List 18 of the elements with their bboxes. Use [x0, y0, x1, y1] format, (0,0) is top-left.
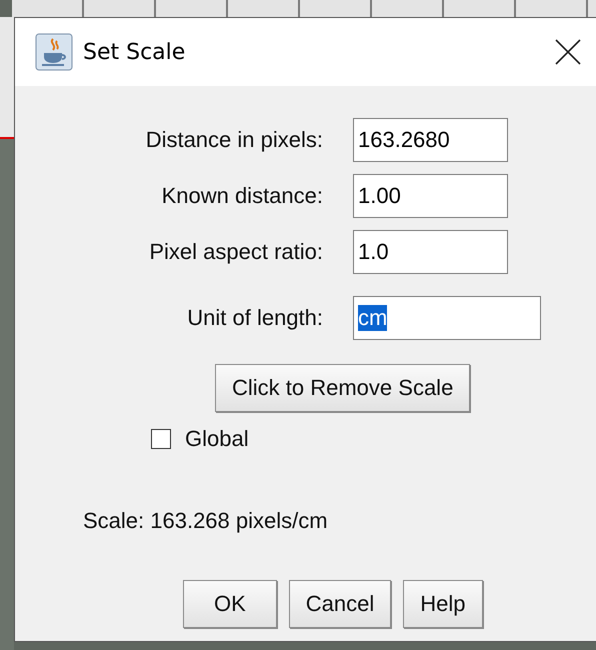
- field-label: Distance in pixels:: [144, 127, 323, 153]
- checkbox[interactable]: [151, 429, 171, 449]
- coffee-cup-icon: [35, 33, 73, 71]
- input-field[interactable]: cm: [353, 296, 541, 340]
- window-title: Set Scale: [83, 40, 186, 64]
- field-label: Unit of length:: [186, 305, 323, 331]
- close-icon[interactable]: [554, 38, 582, 66]
- dialog-button[interactable]: Help: [403, 580, 483, 628]
- checkbox-label: Global: [185, 426, 249, 452]
- field-label: Known distance:: [160, 183, 323, 209]
- scale-text: Scale: 163.268 pixels/cm: [83, 508, 329, 534]
- input-field[interactable]: 163.2680: [353, 118, 508, 162]
- input-field[interactable]: 1.00: [353, 174, 508, 218]
- dialog-button[interactable]: OK: [183, 580, 277, 628]
- dialog-button[interactable]: Cancel: [288, 580, 392, 628]
- input-field[interactable]: 1.0: [353, 230, 508, 274]
- field-label: Pixel aspect ratio:: [148, 239, 323, 265]
- remove-scale-button[interactable]: Click to Remove Scale: [215, 364, 470, 412]
